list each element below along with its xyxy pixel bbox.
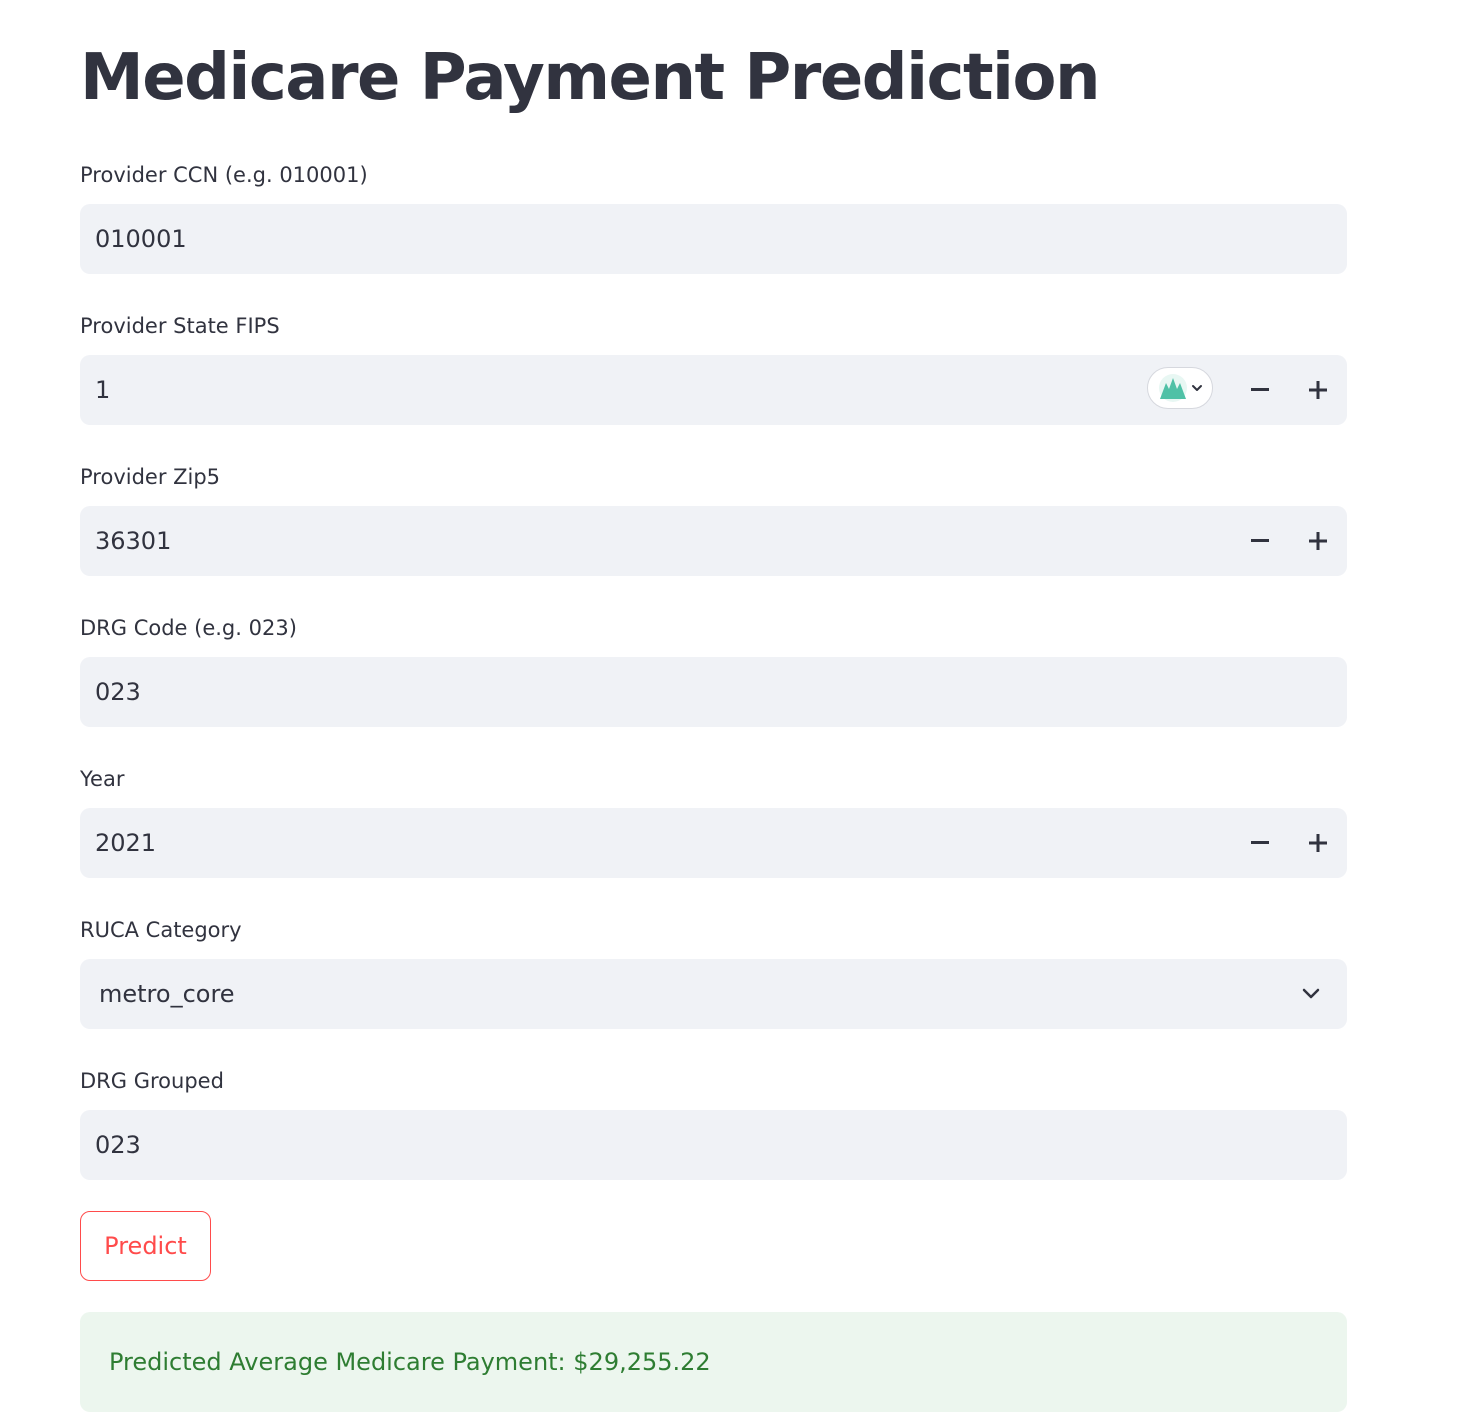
extension-logo-icon — [1159, 374, 1187, 402]
year-field[interactable] — [80, 808, 1347, 878]
provider-ccn-field[interactable] — [80, 204, 1347, 274]
minus-icon — [1251, 539, 1269, 542]
drg-grouped-input[interactable] — [95, 1110, 1095, 1180]
year-increment-button[interactable] — [1289, 808, 1347, 878]
provider-zip5-label: Provider Zip5 — [80, 465, 221, 489]
plus-icon — [1309, 834, 1327, 852]
provider-state-fips-field[interactable] — [80, 355, 1347, 425]
plus-icon — [1309, 381, 1327, 399]
year-label: Year — [80, 767, 125, 791]
year-input[interactable] — [95, 808, 1095, 878]
zip5-increment-button[interactable] — [1289, 506, 1347, 576]
provider-ccn-input[interactable] — [95, 204, 1095, 274]
drg-grouped-field[interactable] — [80, 1110, 1347, 1180]
year-decrement-button[interactable] — [1231, 808, 1289, 878]
prediction-result-text: Predicted Average Medicare Payment: $29,… — [109, 1348, 711, 1376]
provider-state-fips-input[interactable] — [95, 355, 1095, 425]
state-fips-increment-button[interactable] — [1289, 355, 1347, 425]
drg-code-field[interactable] — [80, 657, 1347, 727]
chevron-down-icon — [1192, 385, 1202, 391]
zip5-decrement-button[interactable] — [1231, 506, 1289, 576]
provider-zip5-field[interactable] — [80, 506, 1347, 576]
extension-badge-icon[interactable] — [1147, 367, 1213, 409]
minus-icon — [1251, 841, 1269, 844]
provider-ccn-label: Provider CCN (e.g. 010001) — [80, 163, 368, 187]
minus-icon — [1251, 388, 1269, 391]
provider-state-fips-label: Provider State FIPS — [80, 314, 280, 338]
chevron-down-icon — [1302, 988, 1320, 999]
page-title: Medicare Payment Prediction — [80, 41, 1101, 115]
prediction-result-alert: Predicted Average Medicare Payment: $29,… — [80, 1312, 1347, 1412]
drg-grouped-label: DRG Grouped — [80, 1069, 224, 1093]
ruca-category-label: RUCA Category — [80, 918, 242, 942]
ruca-category-selected-value: metro_core — [99, 980, 235, 1008]
predict-button[interactable]: Predict — [80, 1211, 211, 1281]
drg-code-label: DRG Code (e.g. 023) — [80, 616, 297, 640]
ruca-category-select[interactable]: metro_core — [80, 959, 1347, 1029]
plus-icon — [1309, 532, 1327, 550]
drg-code-input[interactable] — [95, 657, 1095, 727]
state-fips-decrement-button[interactable] — [1231, 355, 1289, 425]
provider-zip5-input[interactable] — [95, 506, 1095, 576]
